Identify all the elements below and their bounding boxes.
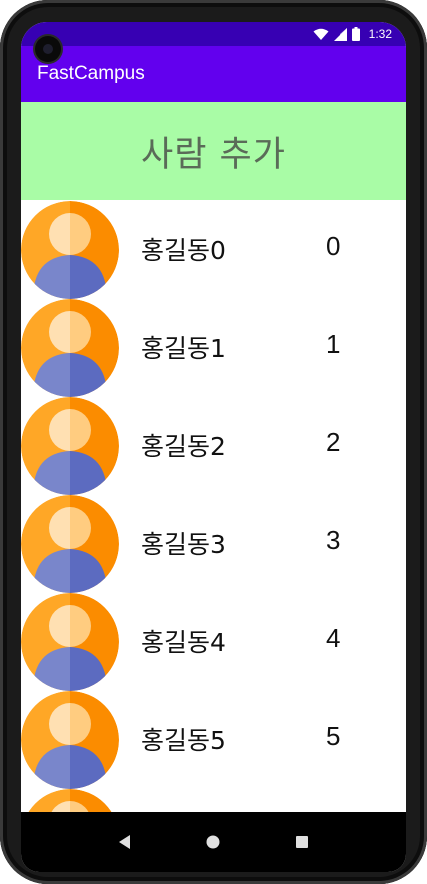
navigation-bar bbox=[21, 812, 406, 872]
person-name: 홍길동4 bbox=[141, 628, 226, 657]
person-avatar-icon bbox=[21, 397, 119, 495]
person-avatar-icon bbox=[21, 691, 119, 789]
person-avatar-icon bbox=[21, 789, 119, 812]
front-camera bbox=[35, 36, 61, 62]
person-row[interactable]: 홍길동2 2 bbox=[21, 396, 406, 495]
person-name: 홍길동3 bbox=[141, 530, 226, 559]
status-bar: 1:32 bbox=[21, 22, 406, 46]
person-list[interactable]: 홍길동0 0 홍길동1 1 홍길동2 2 홍길동3 3 홍길동4 4 홍길동5 5 bbox=[21, 200, 406, 812]
person-row[interactable]: 홍길동5 5 bbox=[21, 690, 406, 789]
person-row[interactable]: 홍길동0 0 bbox=[21, 200, 406, 299]
recents-icon bbox=[295, 836, 308, 848]
person-row[interactable]: 홍길동4 4 bbox=[21, 592, 406, 691]
person-number: 5 bbox=[326, 721, 341, 751]
person-avatar-icon bbox=[21, 299, 119, 397]
app-bar: FastCampus bbox=[21, 46, 406, 102]
person-number: 3 bbox=[326, 525, 341, 555]
add-person-button-label: 사람 추가 bbox=[141, 134, 286, 175]
app-title: FastCampus bbox=[37, 63, 145, 84]
back-icon bbox=[119, 835, 131, 849]
person-avatar-icon bbox=[21, 495, 119, 593]
person-number: 4 bbox=[326, 623, 341, 653]
add-person-button[interactable]: 사람 추가 bbox=[21, 102, 406, 200]
back-button[interactable] bbox=[110, 827, 140, 857]
person-row[interactable] bbox=[21, 788, 406, 812]
home-icon bbox=[206, 835, 220, 849]
status-time: 1:32 bbox=[368, 27, 392, 41]
screen: 1:32 FastCampus 사람 추가 홍길동0 0 홍길동1 1 홍길동2 2 홍길동… bbox=[21, 22, 406, 872]
person-number: 1 bbox=[326, 329, 341, 359]
home-button[interactable] bbox=[198, 827, 228, 857]
person-row[interactable]: 홍길동1 1 bbox=[21, 298, 406, 397]
wifi-icon bbox=[313, 28, 329, 40]
person-row[interactable]: 홍길동3 3 bbox=[21, 494, 406, 593]
person-number: 0 bbox=[326, 231, 341, 261]
person-avatar-icon bbox=[21, 201, 119, 299]
person-avatar-icon bbox=[21, 593, 119, 691]
person-name: 홍길동1 bbox=[141, 334, 226, 363]
phone-frame: 1:32 FastCampus 사람 추가 홍길동0 0 홍길동1 1 홍길동2 2 홍길동… bbox=[0, 0, 427, 884]
battery-icon bbox=[351, 27, 360, 41]
signal-icon bbox=[333, 27, 347, 41]
person-name: 홍길동5 bbox=[141, 726, 226, 755]
person-number: 2 bbox=[326, 427, 341, 457]
person-name: 홍길동0 bbox=[141, 236, 226, 265]
person-name: 홍길동2 bbox=[141, 432, 226, 461]
status-icons: 1:32 bbox=[313, 25, 392, 43]
recents-button[interactable] bbox=[287, 827, 317, 857]
